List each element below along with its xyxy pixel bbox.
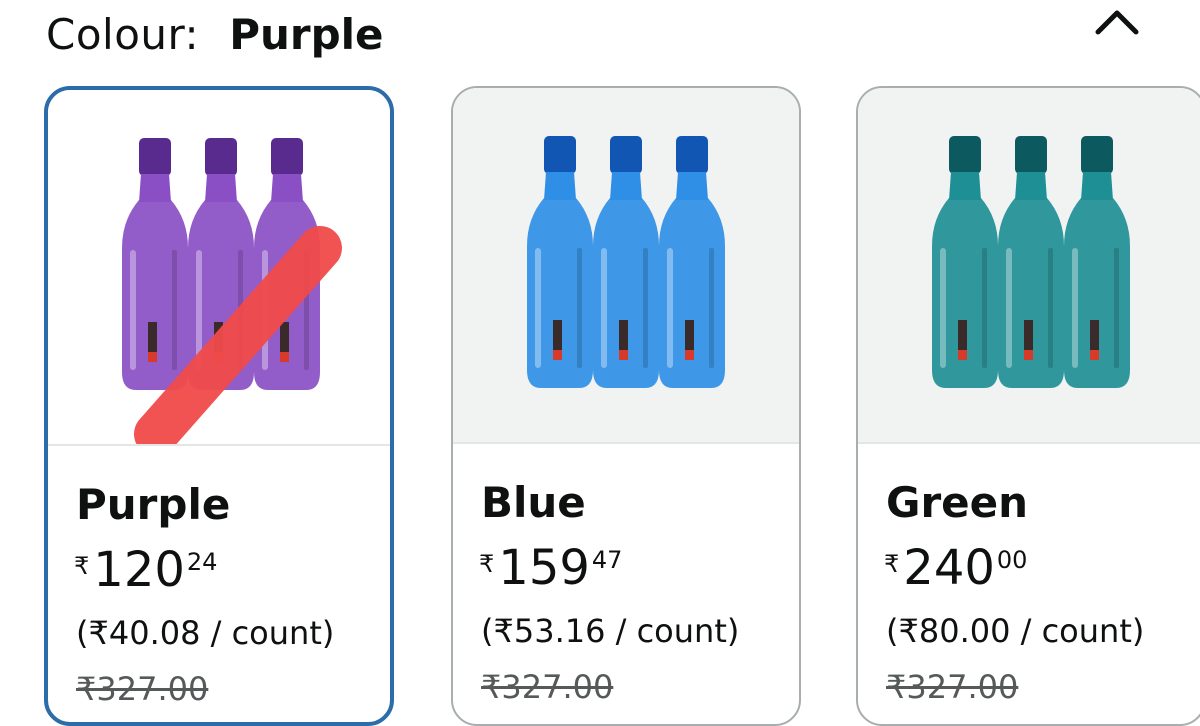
bottle-icon: [593, 136, 659, 388]
bottles-blue: [527, 136, 725, 388]
selected-colour-value: Purple: [229, 9, 384, 59]
mrp-price: ₹327.00: [76, 670, 209, 708]
option-name: Green: [886, 478, 1029, 527]
colour-option-green[interactable]: Green ₹ 240 00 (₹80.00 / count) ₹327.00: [856, 86, 1200, 726]
bottle-icon: [659, 136, 725, 388]
colour-option-blue[interactable]: Blue ₹ 159 47 (₹53.16 / count) ₹327.00: [451, 86, 801, 726]
price-fraction: 24: [186, 548, 218, 576]
product-image-green: [858, 88, 1200, 444]
mrp-price: ₹327.00: [481, 668, 614, 706]
option-name: Purple: [76, 480, 231, 529]
chevron-up-icon[interactable]: [1092, 2, 1142, 42]
unit-price: (₹80.00 / count): [886, 612, 1145, 650]
colour-header: Colour: Purple: [46, 8, 384, 60]
bottle-icon: [527, 136, 593, 388]
price-whole: 159: [498, 540, 590, 596]
currency-symbol: ₹: [479, 550, 495, 578]
colour-option-purple[interactable]: Purple ₹ 120 24 (₹40.08 / count) ₹327.00: [44, 86, 394, 726]
bottles-green: [932, 136, 1130, 388]
price-whole: 240: [903, 540, 995, 596]
bottle-icon: [998, 136, 1064, 388]
unit-price: (₹40.08 / count): [76, 614, 335, 652]
price-fraction: 00: [996, 546, 1028, 574]
option-price: ₹ 120 24: [74, 542, 217, 598]
price-whole: 120: [93, 542, 185, 598]
product-image-purple: [48, 90, 390, 446]
colour-label: Colour:: [46, 9, 200, 59]
option-price: ₹ 159 47: [479, 540, 622, 596]
currency-symbol: ₹: [74, 552, 90, 580]
unit-price: (₹53.16 / count): [481, 612, 740, 650]
option-price: ₹ 240 00: [884, 540, 1027, 596]
currency-symbol: ₹: [884, 550, 900, 578]
option-name: Blue: [481, 478, 586, 527]
bottle-icon: [1064, 136, 1130, 388]
bottle-icon: [122, 138, 188, 390]
mrp-price: ₹327.00: [886, 668, 1019, 706]
price-fraction: 47: [591, 546, 623, 574]
product-image-blue: [453, 88, 799, 444]
bottle-icon: [932, 136, 998, 388]
